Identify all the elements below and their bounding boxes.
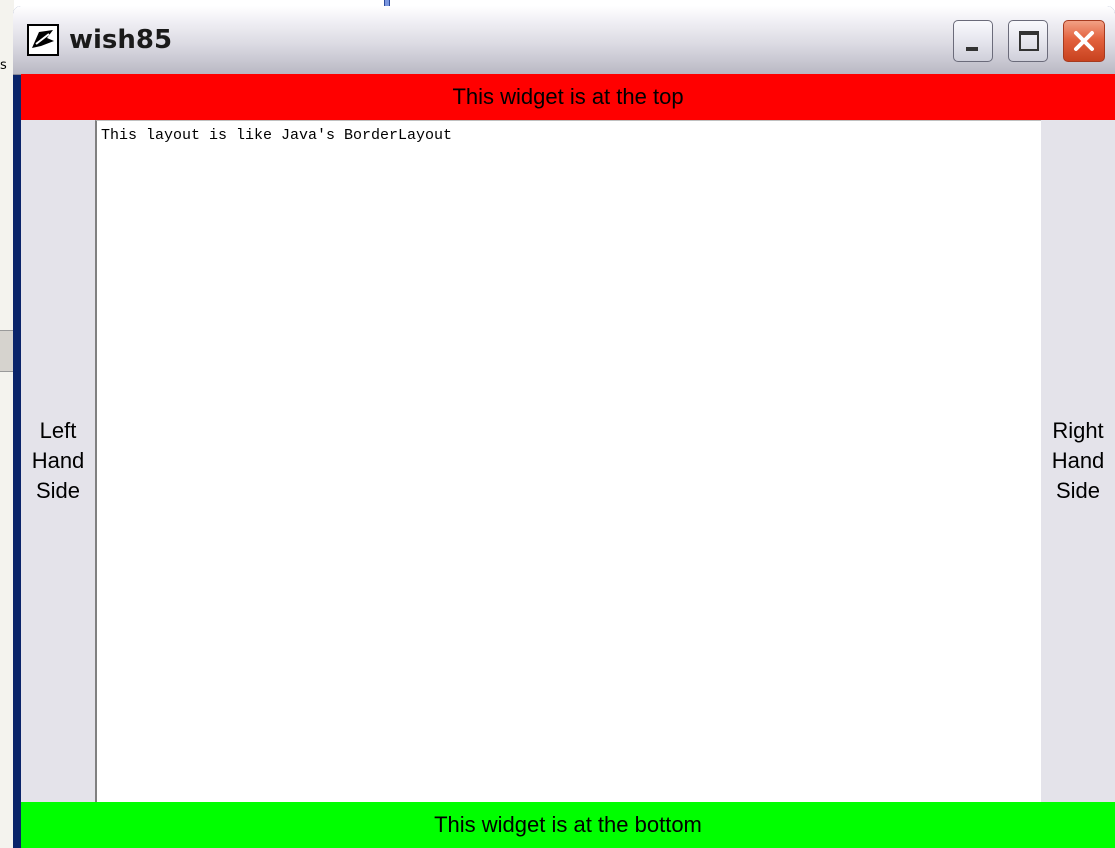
text-widget[interactable]: This layout is like Java's BorderLayout [95,120,1041,802]
left-label-line: Left [39,418,77,443]
text-widget-content: This layout is like Java's BorderLayout [101,127,453,144]
top-widget-label: This widget is at the top [452,84,684,109]
close-button[interactable] [1063,20,1105,62]
minimize-icon [966,47,978,51]
bottom-widget-label: This widget is at the bottom [434,812,702,837]
bottom-widget: This widget is at the bottom [21,802,1115,848]
maximize-button[interactable] [1008,20,1048,62]
background-window-fragment [0,330,14,372]
window-title: wish85 [69,25,173,55]
close-icon [1074,31,1094,51]
right-label-line: Right [1052,418,1104,443]
left-label-line: Hand [31,448,85,473]
background-window-fragment-text: s [0,58,7,73]
right-label-line: Hand [1051,448,1105,473]
desktop-background [0,0,14,848]
wish-window: wish85 This widget is at the top Left Ha… [13,6,1115,848]
minimize-button[interactable] [953,20,993,62]
title-bar[interactable]: wish85 [13,6,1115,75]
client-area: This widget is at the top Left Hand Side… [21,74,1115,848]
top-widget: This widget is at the top [21,74,1115,120]
tk-feather-icon[interactable] [27,24,59,56]
right-label-line: Side [1055,478,1101,503]
left-label-line: Side [35,478,81,503]
maximize-icon [1019,31,1039,51]
left-widget: Left Hand Side [21,120,95,802]
right-widget: Right Hand Side [1041,120,1115,802]
